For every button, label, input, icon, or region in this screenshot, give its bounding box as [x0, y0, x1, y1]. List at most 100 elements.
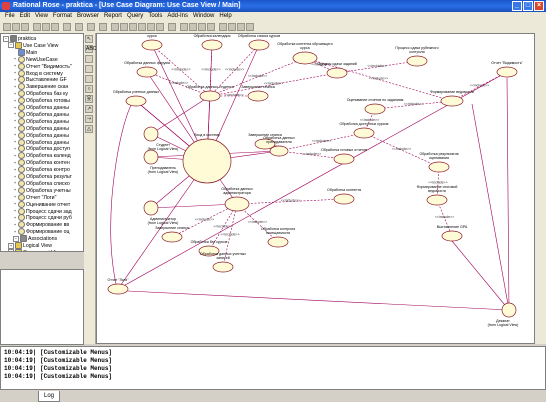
use-case-ellipse[interactable]	[199, 90, 221, 102]
expand-toggle-icon[interactable]: +	[13, 119, 17, 123]
use-case-ellipse[interactable]	[441, 230, 463, 242]
zoom-out-icon[interactable]	[189, 23, 197, 31]
use-case-ellipse[interactable]	[496, 66, 518, 78]
use-case-diagram-canvas[interactable]: <<include>> <<include>> <<include>> <<inclu…	[96, 33, 535, 344]
expand-toggle-icon[interactable]: +	[13, 215, 17, 220]
association-tool-icon[interactable]: ↗	[85, 105, 93, 113]
expand-toggle-icon[interactable]: +	[13, 160, 17, 165]
use-case-ellipse[interactable]	[107, 283, 129, 295]
menu-window[interactable]: Window	[193, 12, 214, 21]
log-window[interactable]: 10:04:19| [Customizable Menus] 10:04:19|…	[0, 346, 546, 390]
menu-tools[interactable]: Tools	[148, 12, 162, 21]
expand-toggle-icon[interactable]: +	[13, 84, 17, 89]
menu-view[interactable]: View	[35, 12, 48, 21]
use-case-ellipse[interactable]	[364, 103, 386, 115]
expand-toggle-icon[interactable]: +	[13, 126, 17, 130]
log-tab[interactable]: Log	[38, 391, 60, 402]
save-icon[interactable]	[21, 23, 29, 31]
expand-toggle-icon[interactable]: +	[13, 98, 17, 103]
actor-icon[interactable]	[143, 126, 159, 142]
use-case-ellipse[interactable]	[136, 66, 158, 78]
paste-icon[interactable]	[51, 23, 59, 31]
expand-toggle-icon[interactable]: +	[13, 105, 17, 110]
browse-deployment-icon[interactable]	[138, 23, 146, 31]
expand-toggle-icon[interactable]: +	[13, 202, 17, 206]
browse-statechart-icon[interactable]	[168, 23, 176, 31]
minimize-button[interactable]: _	[512, 1, 522, 11]
use-case-ellipse[interactable]	[125, 95, 147, 107]
use-case-ellipse[interactable]	[269, 145, 289, 157]
use-case-ellipse[interactable]	[141, 39, 163, 51]
text-box-tool-icon[interactable]: ABC	[85, 45, 96, 53]
browse-previous-icon[interactable]	[156, 23, 164, 31]
expand-toggle-icon[interactable]: +	[13, 140, 17, 144]
documentation-pane[interactable]	[0, 269, 84, 345]
browse-component-icon[interactable]	[129, 23, 137, 31]
use-case-ellipse[interactable]	[353, 127, 375, 139]
expand-toggle-icon[interactable]: +	[13, 64, 17, 68]
expand-toggle-icon[interactable]: +	[13, 195, 17, 199]
expand-toggle-icon[interactable]: +	[13, 112, 17, 116]
note-tool-icon[interactable]	[85, 55, 93, 63]
menu-report[interactable]: Report	[104, 12, 122, 21]
open-icon[interactable]	[12, 23, 20, 31]
use-case-tool-icon[interactable]: ○	[85, 85, 93, 93]
model-browser-tree[interactable]: − praktica − Use Case View Main + NewUseCase + О…	[0, 33, 84, 252]
fit-in-window-icon[interactable]	[198, 23, 206, 31]
expand-toggle-icon[interactable]: +	[13, 209, 17, 213]
navigate-icon[interactable]	[237, 23, 245, 31]
undo-fit-icon[interactable]	[207, 23, 215, 31]
new-icon[interactable]	[3, 23, 11, 31]
use-case-ellipse[interactable]	[292, 51, 318, 65]
browse-parent-icon[interactable]	[147, 23, 155, 31]
use-case-ellipse[interactable]	[326, 67, 348, 79]
expand-toggle-icon[interactable]: +	[13, 222, 17, 227]
use-case-ellipse[interactable]	[161, 231, 183, 243]
browse-class-icon[interactable]	[111, 23, 119, 31]
dependency-tool-icon[interactable]: ⇢	[85, 115, 93, 123]
use-case-ellipse[interactable]	[428, 161, 450, 173]
grid-icon[interactable]	[228, 23, 236, 31]
package-tool-icon[interactable]	[85, 75, 93, 83]
actor-tool-icon[interactable]: 웃	[85, 95, 93, 103]
use-case-ellipse[interactable]	[426, 194, 448, 206]
actor-icon[interactable]	[143, 200, 159, 216]
expand-toggle-icon[interactable]: −	[8, 42, 14, 49]
expand-toggle-icon[interactable]: +	[13, 133, 17, 137]
use-case-ellipse[interactable]	[182, 138, 232, 184]
vertical-scrollbar[interactable]	[535, 33, 546, 344]
cut-icon[interactable]	[33, 23, 41, 31]
use-case-ellipse[interactable]	[201, 39, 223, 51]
menu-format[interactable]: Format	[53, 12, 72, 21]
use-case-ellipse[interactable]	[224, 196, 250, 212]
use-case-ellipse[interactable]	[406, 55, 428, 67]
expand-toggle-icon[interactable]: +	[8, 242, 14, 249]
use-case-ellipse[interactable]	[248, 39, 270, 51]
generalization-tool-icon[interactable]: △	[85, 125, 93, 133]
close-button[interactable]: ×	[534, 1, 544, 11]
view-doc-icon[interactable]	[99, 23, 107, 31]
expand-toggle-icon[interactable]: +	[13, 229, 17, 234]
menu-file[interactable]: File	[5, 12, 15, 21]
use-case-ellipse[interactable]	[247, 90, 269, 102]
menu-addins[interactable]: Add-Ins	[167, 12, 188, 21]
menu-help[interactable]: Help	[219, 12, 231, 21]
browser-splitter[interactable]	[0, 252, 84, 269]
expand-toggle-icon[interactable]: −	[3, 35, 9, 42]
anchor-note-tool-icon[interactable]	[85, 65, 93, 73]
menu-edit[interactable]: Edit	[20, 12, 30, 21]
expand-toggle-icon[interactable]: +	[13, 77, 17, 82]
expand-toggle-icon[interactable]: +	[13, 174, 17, 179]
expand-toggle-icon[interactable]: +	[13, 71, 17, 75]
use-case-ellipse[interactable]	[333, 153, 355, 165]
maximize-button[interactable]: □	[523, 1, 533, 11]
expand-toggle-icon[interactable]: +	[13, 57, 17, 61]
expand-toggle-icon[interactable]: +	[13, 188, 17, 192]
expand-toggle-icon[interactable]: +	[13, 181, 17, 185]
use-case-ellipse[interactable]	[212, 261, 234, 273]
use-case-ellipse[interactable]	[267, 236, 289, 248]
menu-browser[interactable]: Browser	[77, 12, 99, 21]
layout-icon[interactable]	[219, 23, 227, 31]
actor-icon[interactable]	[143, 149, 159, 165]
copy-icon[interactable]	[42, 23, 50, 31]
